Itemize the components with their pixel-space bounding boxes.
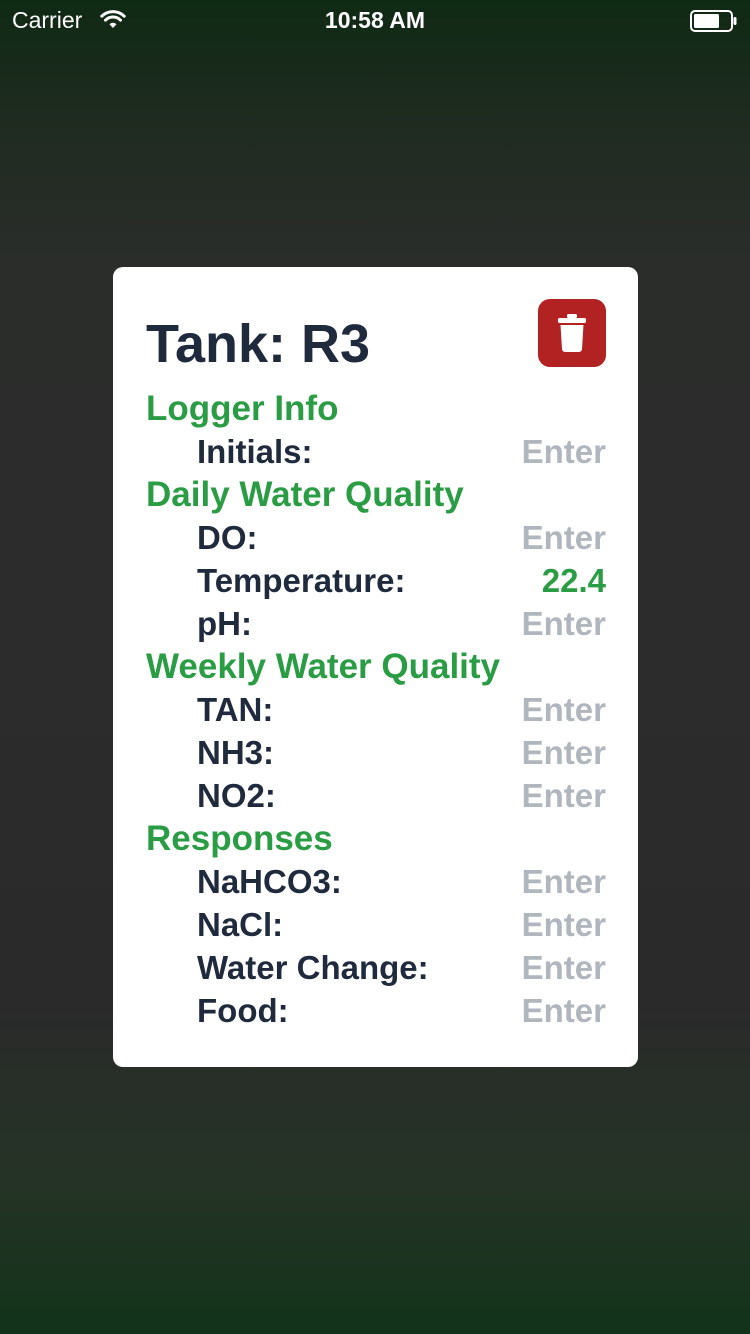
ph-field[interactable]: Enter xyxy=(522,604,606,644)
tank-log-card: Tank: R3 Logger Info Initials: Enter Dai… xyxy=(113,267,638,1067)
status-bar: Carrier 10:58 AM xyxy=(0,0,750,40)
nahco3-field[interactable]: Enter xyxy=(522,862,606,902)
nh3-field[interactable]: Enter xyxy=(522,733,606,773)
food-label: Food: xyxy=(197,992,289,1029)
initials-field[interactable]: Enter xyxy=(522,432,606,472)
nahco3-label: NaHCO3: xyxy=(197,863,342,900)
ph-label: pH: xyxy=(197,605,252,642)
status-time: 10:58 AM xyxy=(324,7,426,33)
initials-label: Initials: xyxy=(197,433,313,470)
food-field[interactable]: Enter xyxy=(522,991,606,1031)
do-field[interactable]: Enter xyxy=(522,518,606,558)
tank-title: Tank: R3 xyxy=(146,314,371,374)
no2-field[interactable]: Enter xyxy=(522,776,606,816)
nacl-label: NaCl: xyxy=(197,906,284,943)
section-logger-info: Logger Info xyxy=(146,389,339,428)
section-daily-water-quality: Daily Water Quality xyxy=(146,475,464,514)
tan-field[interactable]: Enter xyxy=(522,690,606,730)
water-change-field[interactable]: Enter xyxy=(522,948,606,988)
water-change-label: Water Change: xyxy=(197,949,429,986)
do-label: DO: xyxy=(197,519,258,556)
temperature-label: Temperature: xyxy=(197,562,406,599)
trash-icon xyxy=(558,314,586,352)
no2-label: NO2: xyxy=(197,777,276,814)
section-weekly-water-quality: Weekly Water Quality xyxy=(146,647,501,686)
nacl-field[interactable]: Enter xyxy=(522,905,606,945)
section-responses: Responses xyxy=(146,819,333,858)
battery-icon xyxy=(690,10,738,32)
nh3-label: NH3: xyxy=(197,734,275,771)
delete-tank-button[interactable] xyxy=(538,299,606,367)
temperature-field[interactable]: 22.4 xyxy=(542,561,606,601)
tan-label: TAN: xyxy=(197,691,274,728)
